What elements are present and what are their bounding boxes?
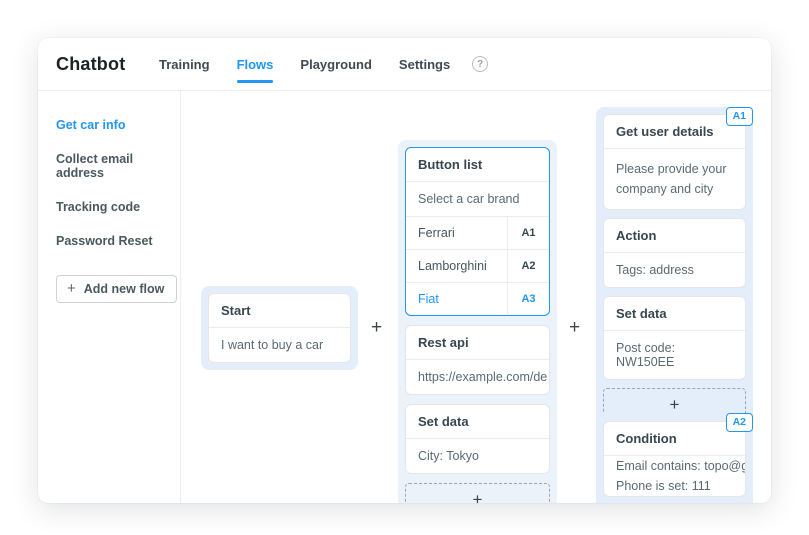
- button-list-question: Select a car brand: [406, 182, 549, 217]
- option-row-fiat[interactable]: Fiat A3: [406, 283, 549, 315]
- start-node[interactable]: Start I want to buy a car: [208, 293, 351, 363]
- sidebar-item-password-reset[interactable]: Password Reset: [56, 227, 180, 255]
- plus-icon: +: [473, 490, 483, 503]
- branch-a2-group: A2 Condition Email contains: topo@g… Pho…: [596, 413, 753, 503]
- tab-playground[interactable]: Playground: [300, 53, 372, 76]
- branch-badge-a1: A1: [507, 217, 549, 249]
- group-badge-a1: A1: [726, 107, 753, 126]
- start-node-title: Start: [209, 294, 350, 328]
- condition-rule-email: Email contains: topo@g…: [604, 456, 745, 476]
- sidebar-item-collect-email-address[interactable]: Collect email address: [56, 145, 180, 187]
- start-node-message: I want to buy a car: [209, 328, 350, 362]
- add-new-flow-label: Add new flow: [84, 282, 165, 296]
- set-data-city-value: City: Tokyo: [406, 439, 549, 473]
- action-node[interactable]: Action Tags: address: [603, 218, 746, 288]
- action-title: Action: [604, 219, 745, 253]
- sidebar-item-get-car-info[interactable]: Get car info: [56, 111, 180, 139]
- main-tabs: Training Flows Playground Settings: [159, 53, 450, 76]
- get-user-details-node[interactable]: Get user details Please provide your com…: [603, 114, 746, 210]
- condition-rule-phone: Phone is set: 111: [604, 476, 745, 496]
- set-data-postcode-node[interactable]: Set data Post code: NW150EE: [603, 296, 746, 380]
- add-new-flow-button[interactable]: + Add new flow: [56, 275, 177, 303]
- plus-icon: +: [670, 395, 680, 415]
- branch-badge-a3: A3: [507, 283, 549, 315]
- button-list-node[interactable]: Button list Select a car brand Ferrari A…: [405, 147, 550, 316]
- option-row-ferrari[interactable]: Ferrari A1: [406, 217, 549, 250]
- option-row-lamborghini[interactable]: Lamborghini A2: [406, 250, 549, 283]
- flow-canvas: Start I want to buy a car + Button list …: [181, 91, 771, 503]
- help-icon[interactable]: ?: [472, 56, 488, 72]
- set-data-postcode-title: Set data: [604, 297, 745, 331]
- tab-training[interactable]: Training: [159, 53, 210, 76]
- rest-api-title: Rest api: [406, 326, 549, 360]
- set-data-city-title: Set data: [406, 405, 549, 439]
- branch-a1-group: A1 Get user details Please provide your …: [596, 107, 753, 429]
- button-list-title: Button list: [406, 148, 549, 182]
- add-card-button-main[interactable]: +: [405, 483, 550, 503]
- tab-flows[interactable]: Flows: [237, 53, 274, 76]
- condition-node[interactable]: Condition Email contains: topo@g… Phone …: [603, 421, 746, 497]
- set-data-city-node[interactable]: Set data City: Tokyo: [405, 404, 550, 474]
- app-title: Chatbot: [38, 54, 159, 75]
- condition-title: Condition: [604, 422, 745, 456]
- plus-icon: +: [67, 283, 76, 295]
- group-badge-a2: A2: [726, 413, 753, 432]
- rest-api-node[interactable]: Rest api https://example.com/de…: [405, 325, 550, 395]
- get-user-details-title: Get user details: [604, 115, 745, 149]
- get-user-details-message: Please provide your company and city: [604, 149, 745, 209]
- chatbot-app-window: Chatbot Training Flows Playground Settin…: [38, 38, 771, 503]
- set-data-postcode-value: Post code: NW150EE: [604, 331, 745, 379]
- add-step-connector-1[interactable]: +: [371, 318, 382, 337]
- main-branch-group: Button list Select a car brand Ferrari A…: [398, 140, 557, 503]
- branch-badge-a2: A2: [507, 250, 549, 282]
- sidebar-item-tracking-code[interactable]: Tracking code: [56, 193, 180, 221]
- app-header: Chatbot Training Flows Playground Settin…: [38, 38, 771, 91]
- rest-api-url: https://example.com/de…: [406, 360, 549, 394]
- action-tags: Tags: address: [604, 253, 745, 287]
- flows-sidebar: Get car info Collect email address Track…: [38, 91, 181, 503]
- start-node-group: Start I want to buy a car: [201, 286, 358, 370]
- tab-settings[interactable]: Settings: [399, 53, 450, 76]
- add-step-connector-2[interactable]: +: [569, 318, 580, 337]
